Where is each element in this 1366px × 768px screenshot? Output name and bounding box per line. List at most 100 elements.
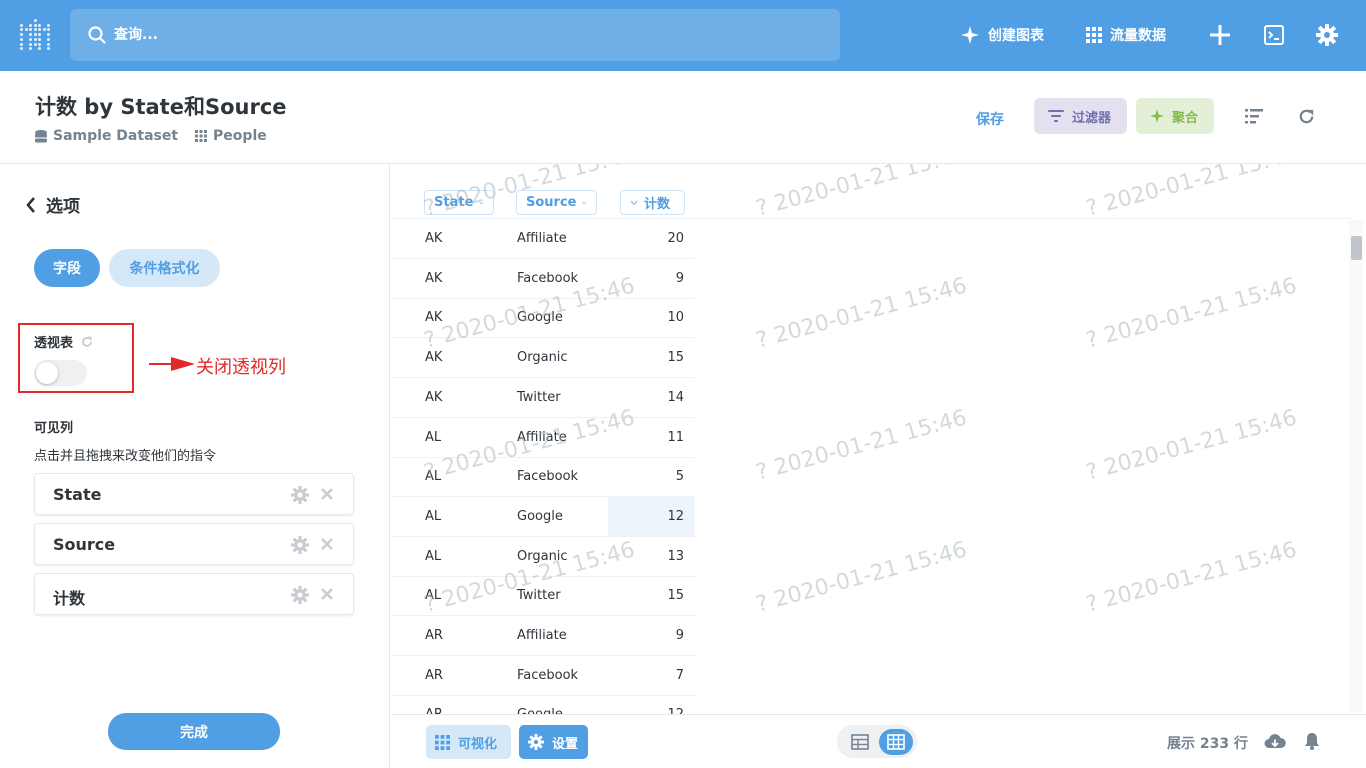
cell-state[interactable]: AR xyxy=(425,707,443,714)
column-card-state[interactable]: State xyxy=(34,473,354,515)
cell-count[interactable]: 12 xyxy=(667,707,684,714)
metabase-logo-icon[interactable] xyxy=(20,19,50,51)
cell-state[interactable]: AL xyxy=(425,549,441,564)
cell-count[interactable]: 15 xyxy=(667,588,684,603)
cell-count[interactable]: 15 xyxy=(667,350,684,365)
breadcrumb-table[interactable]: People xyxy=(213,128,267,144)
logo-dot xyxy=(38,47,41,51)
watermark-text: ? 2020-01-21 15:46 xyxy=(753,537,970,618)
cell-state[interactable]: AK xyxy=(425,310,442,325)
logo-dot xyxy=(20,47,23,51)
save-button[interactable]: 保存 xyxy=(976,109,1004,129)
column-card-count[interactable]: 计数 xyxy=(34,573,354,615)
annotation-text: 关闭透视列 xyxy=(196,357,286,378)
tab-fields[interactable]: 字段 xyxy=(34,249,100,287)
gear-icon[interactable] xyxy=(291,486,309,504)
breadcrumb-dataset[interactable]: Sample Dataset xyxy=(53,128,178,144)
gear-icon[interactable] xyxy=(291,586,309,604)
pivot-toggle[interactable] xyxy=(34,360,87,386)
reset-icon[interactable] xyxy=(81,336,93,348)
visualization-button[interactable]: 可视化 xyxy=(426,725,511,759)
logo-dot xyxy=(33,23,37,27)
cell-source[interactable]: Affiliate xyxy=(517,430,567,445)
create-chart-button[interactable]: 创建图表 xyxy=(960,22,1044,48)
list-icon[interactable] xyxy=(1245,108,1263,124)
cell-count[interactable]: 7 xyxy=(676,668,684,683)
cell-source[interactable]: Twitter xyxy=(517,390,561,405)
cell-count[interactable]: 10 xyxy=(667,310,684,325)
back-button[interactable]: 选项 xyxy=(26,192,80,217)
table-row: AL Twitter 15 xyxy=(391,576,695,617)
logo-dot xyxy=(33,33,37,37)
logo-dot xyxy=(47,47,50,51)
view-mode-toggle xyxy=(837,725,917,758)
search-bar[interactable] xyxy=(70,9,840,61)
cell-source[interactable]: Facebook xyxy=(517,271,578,286)
cell-state[interactable]: AR xyxy=(425,628,443,643)
close-icon[interactable] xyxy=(320,587,334,601)
search-input[interactable] xyxy=(114,23,714,47)
cell-count[interactable]: 14 xyxy=(667,390,684,405)
logo-dot xyxy=(20,33,23,37)
close-icon[interactable] xyxy=(320,537,334,551)
cell-state[interactable]: AL xyxy=(425,588,441,603)
summarize-button[interactable]: 聚合 xyxy=(1136,98,1214,134)
pivot-setting: 透视表 xyxy=(34,332,93,351)
cell-source[interactable]: Facebook xyxy=(517,668,578,683)
cell-state[interactable]: AK xyxy=(425,231,442,246)
scrollbar-thumb[interactable] xyxy=(1351,236,1362,260)
cell-state[interactable]: AL xyxy=(425,469,441,484)
bell-icon[interactable] xyxy=(1304,732,1320,750)
cell-source[interactable]: Google xyxy=(517,509,563,524)
logo-dot xyxy=(33,42,37,46)
cell-source[interactable]: Twitter xyxy=(517,588,561,603)
cell-count[interactable]: 9 xyxy=(676,271,684,286)
visualization-view-button[interactable] xyxy=(879,729,913,755)
cell-source[interactable]: Affiliate xyxy=(517,628,567,643)
cell-state[interactable]: AL xyxy=(425,430,441,445)
sql-editor-icon[interactable] xyxy=(1264,25,1284,45)
cell-state[interactable]: AK xyxy=(425,271,442,286)
table-row: AK Organic 15 xyxy=(391,338,695,379)
download-icon[interactable] xyxy=(1264,733,1286,751)
cell-count[interactable]: 9 xyxy=(676,628,684,643)
gear-icon[interactable] xyxy=(291,536,309,554)
cell-source[interactable]: Google xyxy=(517,707,563,714)
results-table: State Source 计数 AK Affiliate 20 AK Facebook 9… xyxy=(391,164,1366,714)
cell-source[interactable]: Google xyxy=(517,310,563,325)
cell-count[interactable]: 20 xyxy=(667,231,684,246)
cell-source[interactable]: Organic xyxy=(517,350,568,365)
column-header-source[interactable]: Source xyxy=(516,190,597,215)
logo-dot xyxy=(33,19,37,22)
cell-source[interactable]: Affiliate xyxy=(517,231,567,246)
cell-source[interactable]: Facebook xyxy=(517,469,578,484)
cell-count[interactable]: 13 xyxy=(667,549,684,564)
cell-state[interactable]: AR xyxy=(425,668,443,683)
browse-data-button[interactable]: 流量数据 xyxy=(1086,22,1166,48)
done-button[interactable]: 完成 xyxy=(108,713,280,750)
refresh-icon[interactable] xyxy=(1297,107,1316,126)
column-header-count[interactable]: 计数 xyxy=(620,190,685,215)
cell-count[interactable]: 11 xyxy=(667,430,684,445)
column-header-state[interactable]: State xyxy=(424,190,494,215)
logo-dot xyxy=(33,28,37,32)
logo-dot xyxy=(20,28,23,32)
raw-table-view-button[interactable] xyxy=(845,730,875,754)
cell-count[interactable]: 12 xyxy=(667,509,684,524)
cell-state[interactable]: AL xyxy=(425,509,441,524)
tab-conditional-formatting[interactable]: 条件格式化 xyxy=(109,249,220,287)
cell-source[interactable]: Organic xyxy=(517,549,568,564)
settings-button[interactable]: 设置 xyxy=(519,725,588,759)
visible-columns-title: 可见列 xyxy=(34,421,74,436)
gear-icon[interactable] xyxy=(1316,24,1338,46)
column-card-source[interactable]: Source xyxy=(34,523,354,565)
cell-state[interactable]: AK xyxy=(425,390,442,405)
cell-state[interactable]: AK xyxy=(425,350,442,365)
filter-button[interactable]: 过滤器 xyxy=(1034,98,1127,134)
table-scrollbar[interactable] xyxy=(1349,220,1363,712)
plus-icon[interactable] xyxy=(1210,25,1230,45)
close-icon[interactable] xyxy=(320,487,334,501)
cell-count[interactable]: 5 xyxy=(676,469,684,484)
table-row: AL Organic 13 xyxy=(391,537,695,577)
pivot-label: 透视表 xyxy=(34,336,74,351)
